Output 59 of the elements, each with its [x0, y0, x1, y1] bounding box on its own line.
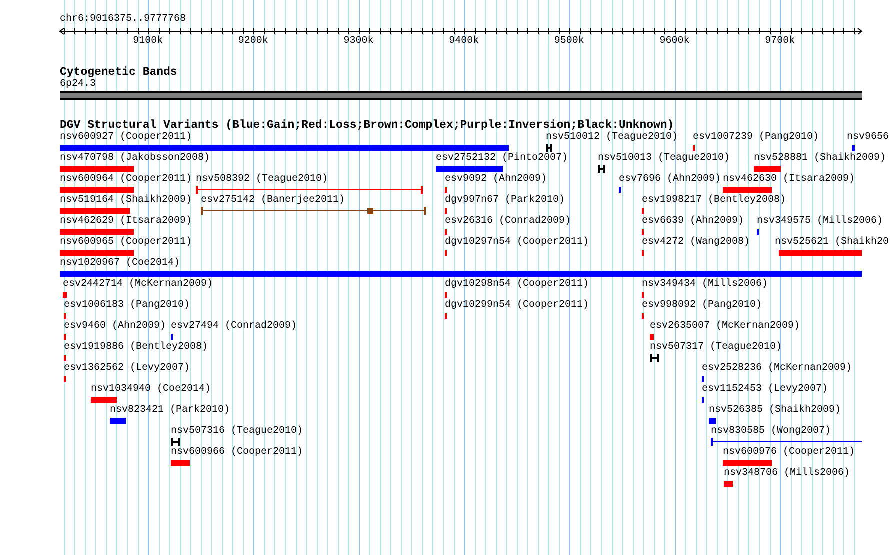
track-title: DGV Structural Variants (Blue:Gain;Red:Loss;Brown:Complex;Purple:Inversion;Black:Unknown) — [59, 120, 674, 132]
tick-label: 9400k — [449, 36, 480, 48]
variant-label: dgv10298n54 (Cooper2011) — [445, 279, 590, 291]
variant-label: esv26316 (Conrad2009) — [445, 216, 572, 228]
variant-label: dgv997n67 (Park2010) — [445, 195, 566, 207]
variant-label: nsv507316 (Teague2010) — [171, 426, 304, 438]
variant-label: nsv525621 (Shaikh20 — [775, 237, 890, 249]
tick-label: 9600k — [660, 36, 690, 48]
variant-label: esv1006183 (Pang2010) — [64, 300, 190, 312]
variant-label: nsv600966 (Cooper2011) — [171, 447, 304, 459]
variant-label: esv1362562 (Levy2007) — [64, 363, 190, 375]
variant-label: nsv1020967 (Coe2014) — [60, 258, 180, 270]
variant-label: nsv348706 (Mills2006) — [724, 468, 850, 480]
variant-label: esv2442714 (McKernan2009) — [63, 279, 214, 291]
variant-label: nsv830585 (Wong2007) — [711, 426, 832, 438]
variant-label: nsv823421 (Park2010) — [110, 405, 230, 417]
variant-label: nsv1034940 (Coe2014) — [91, 384, 212, 396]
variant-label: nsv507317 (Teague2010) — [650, 342, 782, 354]
tick-label: 9200k — [238, 36, 268, 48]
variant-label: esv2528236 (McKernan2009) — [702, 363, 852, 375]
variant-label: esv4272 (Wang2008) — [642, 237, 750, 249]
variant-label: nsv510013 (Teague2010) — [598, 153, 730, 165]
variant-label: esv7696 (Ahn2009) — [619, 174, 722, 186]
variant-label: esv2752132 (Pinto2007) — [436, 153, 568, 165]
tick-label: 9700k — [765, 36, 796, 48]
variant-label: esv1998217 (Bentley2008) — [642, 195, 786, 207]
variant-label: dgv10299n54 (Cooper2011) — [445, 300, 590, 312]
variant-label: nsv349575 (Mills2006) — [757, 216, 884, 228]
variant-label: nsv349434 (Mills2006) — [642, 279, 768, 291]
variant-label: nsv510012 (Teague2010) — [546, 132, 678, 144]
variant-label: nsv600927 (Cooper2011) — [60, 132, 192, 144]
variant-label: nsv526385 (Shaikh2009) — [709, 405, 842, 417]
variant-label: nsv528881 (Shaikh2009) — [754, 153, 886, 165]
variant-label: nsv600976 (Cooper2011) — [723, 447, 856, 459]
tick-label: 9100k — [133, 36, 164, 48]
variant-label: esv27494 (Conrad2009) — [171, 321, 298, 333]
variant-label: esv9460 (Ahn2009) — [64, 321, 166, 333]
variant-label: esv6639 (Ahn2009) — [642, 216, 744, 228]
variant-label: nsv470798 (Jakobsson2008) — [60, 153, 210, 165]
variant-label: nsv9656 — [847, 132, 890, 144]
variant-label: esv2635007 (McKernan2009) — [650, 321, 800, 333]
variant-label: nsv508392 (Teague2010) — [196, 174, 328, 186]
variant-label: esv9092 (Ahn2009) — [445, 174, 548, 186]
variant-label: esv1919886 (Bentley2008) — [64, 342, 208, 354]
variant-label: nsv600965 (Cooper2011) — [60, 237, 192, 249]
variant-label: esv275142 (Banerjee2011) — [201, 195, 346, 207]
variant-label: nsv462629 (Itsara2009) — [60, 216, 192, 228]
variant-label: nsv462630 (Itsara2009) — [723, 174, 856, 186]
tick-label: 9300k — [344, 36, 374, 48]
variant-label: esv1007239 (Pang2010) — [693, 132, 820, 144]
track-title: Cytogenetic Bands — [59, 67, 178, 79]
variant-label: dgv10297n54 (Cooper2011) — [445, 237, 590, 249]
location-label: chr6:9016375..9777768 — [59, 12, 188, 26]
variant-label: esv998092 (Pang2010) — [642, 300, 762, 312]
variant-label: nsv600964 (Cooper2011) — [60, 174, 192, 186]
variant-label: esv1152453 (Levy2007) — [702, 384, 828, 396]
band-label: 6p24.3 — [59, 79, 98, 91]
tick-label: 9500k — [554, 36, 584, 48]
variant-label: nsv519164 (Shaikh2009) — [60, 195, 192, 207]
